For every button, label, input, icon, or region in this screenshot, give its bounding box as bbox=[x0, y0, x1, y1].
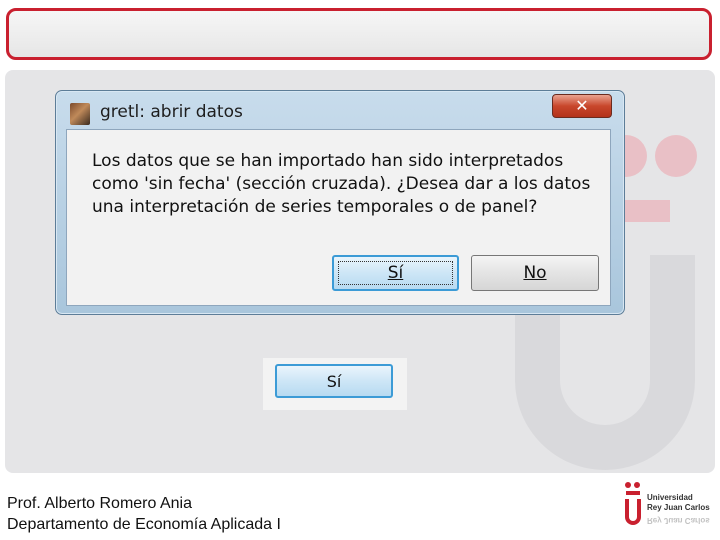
no-button-label: No bbox=[523, 263, 547, 283]
logo-bar bbox=[626, 491, 640, 495]
dialog-title: gretl: abrir datos bbox=[100, 102, 243, 122]
gretl-app-icon bbox=[70, 103, 90, 125]
yes-button-snippet[interactable]: Sí bbox=[275, 364, 393, 398]
logo-u bbox=[625, 499, 641, 525]
yes-button-snippet-label: Sí bbox=[326, 371, 342, 391]
watermark-bar bbox=[625, 200, 670, 222]
close-button[interactable]: ✕ bbox=[552, 94, 612, 118]
gretl-dialog: gretl: abrir datos ✕ Los datos que se ha… bbox=[55, 90, 625, 315]
logo-dot bbox=[625, 482, 631, 488]
university-reflection-line: Rey Juan Carlos bbox=[647, 516, 710, 525]
university-name-reflection: Rey Juan Carlos bbox=[647, 515, 710, 525]
footer-author: Prof. Alberto Romero Ania bbox=[7, 495, 192, 512]
yes-button[interactable]: Sí bbox=[332, 255, 459, 291]
footer-department: Departamento de Economía Aplicada I bbox=[7, 516, 281, 533]
footer-credits: Prof. Alberto Romero Ania Departamento d… bbox=[7, 493, 281, 535]
button-snippet: Sí bbox=[263, 358, 407, 410]
dialog-body: Los datos que se han importado han sido … bbox=[66, 129, 611, 306]
university-name-line1: Universidad bbox=[647, 493, 693, 502]
urjc-logo bbox=[624, 482, 642, 530]
watermark-dot bbox=[655, 135, 697, 177]
university-name: Universidad Rey Juan Carlos bbox=[647, 493, 710, 513]
focus-rectangle bbox=[338, 261, 453, 285]
dialog-message: Los datos que se han importado han sido … bbox=[92, 151, 591, 217]
slide-title-box bbox=[6, 8, 712, 60]
university-name-line2: Rey Juan Carlos bbox=[647, 503, 710, 512]
no-button[interactable]: No bbox=[471, 255, 599, 291]
logo-dot bbox=[634, 482, 640, 488]
close-icon: ✕ bbox=[575, 96, 589, 115]
